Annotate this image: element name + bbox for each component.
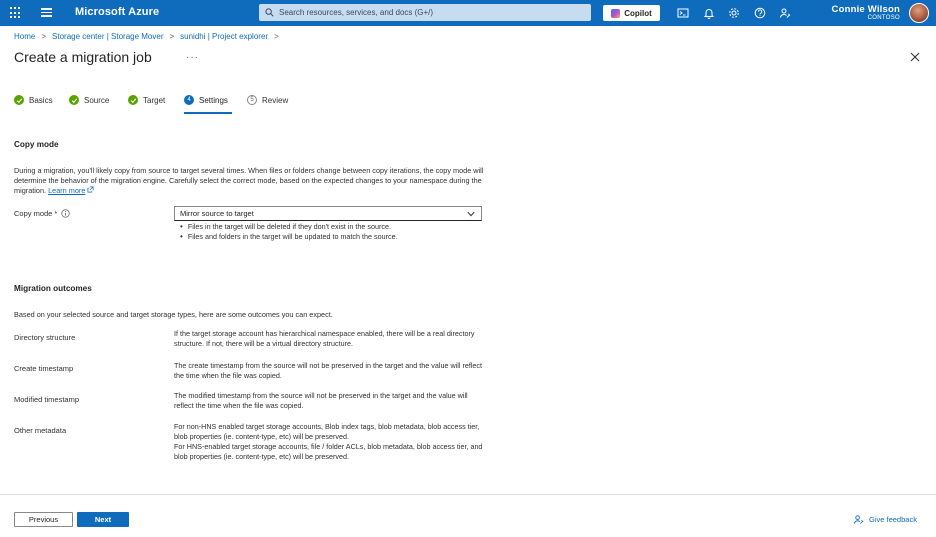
migration-outcomes-intro: Based on your selected source and target… [14,310,333,319]
page-title: Create a migration job [14,49,152,65]
app-launcher-icon[interactable] [10,7,22,19]
more-options-icon[interactable]: ··· [186,52,199,63]
search-placeholder: Search resources, services, and docs (G+… [279,8,434,17]
footer-divider [0,494,936,495]
feedback-person-icon [853,515,864,524]
step-label: Source [84,95,110,105]
step-number-badge: 4 [184,95,194,105]
give-feedback-label: Give feedback [869,515,917,524]
outcome-value: If the target storage account has hierar… [174,329,475,348]
outcome-value: For non-HNS enabled target storage accou… [174,422,486,462]
copy-mode-label-text: Copy mode * [14,209,58,218]
hamburger-menu-icon[interactable] [41,8,52,17]
outcome-value: The modified timestamp from the source w… [174,391,468,410]
outcome-label: Other metadata [14,426,67,435]
list-item: Files and folders in the target will be … [180,232,398,242]
outcome-value: The create timestamp from the source wil… [174,361,483,380]
tab-settings[interactable]: 4 Settings [184,95,228,105]
breadcrumb-storage-center[interactable]: Storage center | Storage Mover [52,32,163,41]
notifications-bell-icon[interactable] [703,7,715,19]
list-item: Files in the target will be deleted if t… [180,222,398,232]
brand-name[interactable]: Microsoft Azure [75,6,159,18]
breadcrumb-home[interactable]: Home [14,32,35,41]
external-link-icon [87,186,94,193]
copilot-label: Copilot [624,8,652,18]
chevron-right-icon: > [41,32,47,41]
copy-mode-heading: Copy mode [14,140,59,149]
chevron-down-icon [467,211,475,216]
settings-gear-icon[interactable] [728,7,740,19]
chevron-right-icon: > [274,32,279,41]
copy-mode-label: Copy mode * [14,209,70,218]
chevron-right-icon: > [169,32,175,41]
step-number-badge: 5 [247,95,257,105]
step-label: Basics [29,95,53,105]
global-search-input[interactable]: Search resources, services, and docs (G+… [259,4,591,21]
outcome-label: Directory structure [14,333,76,342]
step-label: Target [143,95,166,105]
next-button[interactable]: Next [77,512,129,527]
outcome-value-line: For HNS-enabled target storage accounts,… [174,442,483,461]
breadcrumb-project-explorer[interactable]: sunidhi | Project explorer [180,32,268,41]
copy-mode-bullets: Files in the target will be deleted if t… [180,222,398,242]
top-bar: Microsoft Azure Search resources, servic… [0,0,936,26]
outcome-value-line: For non-HNS enabled target storage accou… [174,422,480,441]
tab-basics[interactable]: Basics [14,95,53,105]
copy-mode-dropdown[interactable]: Mirror source to target [174,206,482,221]
copilot-button[interactable]: Copilot [603,5,660,21]
outcome-label: Modified timestamp [14,395,80,404]
copilot-icon [611,8,621,18]
outcome-label: Create timestamp [14,364,74,373]
step-label: Settings [199,95,228,105]
checkmark-icon [69,95,79,105]
feedback-person-icon[interactable] [779,7,791,19]
avatar[interactable] [909,3,929,23]
active-tab-indicator [184,112,232,114]
give-feedback-link[interactable]: Give feedback [853,514,917,525]
tab-target[interactable]: Target [128,95,165,105]
previous-button[interactable]: Previous [14,512,73,527]
cloud-shell-icon[interactable] [677,7,689,19]
user-name[interactable]: Connie Wilson [832,4,900,15]
info-icon[interactable] [61,209,70,218]
search-icon [265,8,274,17]
migration-outcomes-heading: Migration outcomes [14,284,92,293]
learn-more-link[interactable]: Learn more [48,186,85,195]
copy-mode-description-text: During a migration, you'll likely copy f… [14,166,484,195]
copy-mode-description: During a migration, you'll likely copy f… [14,166,494,196]
user-organization: CONTOSO [867,15,900,21]
help-question-icon[interactable] [754,7,766,19]
tab-review[interactable]: 5 Review [247,95,288,105]
checkmark-icon [14,95,24,105]
copy-mode-selected-value: Mirror source to target [180,209,254,218]
checkmark-icon [128,95,138,105]
tab-source[interactable]: Source [69,95,109,105]
breadcrumb: Home > Storage center | Storage Mover > … [14,32,285,41]
step-label: Review [262,95,289,105]
close-icon[interactable] [909,51,921,63]
